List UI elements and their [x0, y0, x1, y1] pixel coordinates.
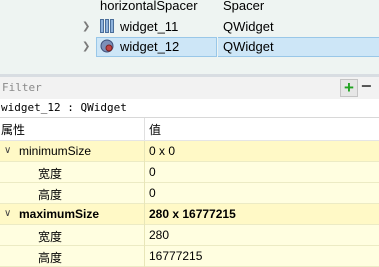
- property-row-height[interactable]: 高度 0: [0, 183, 379, 204]
- tree-item-class: Spacer: [223, 0, 265, 13]
- property-header: 属性 值: [0, 118, 379, 141]
- property-name: maximumSize: [19, 207, 100, 221]
- property-row-minimumsize[interactable]: ∨ minimumSize 0 x 0: [0, 141, 379, 162]
- chevron-right-icon[interactable]: ❯: [82, 21, 92, 33]
- filter-input[interactable]: [0, 78, 338, 97]
- chevron-right-icon[interactable]: ❯: [82, 41, 92, 53]
- property-value[interactable]: 0: [149, 186, 156, 200]
- column-divider: [144, 162, 145, 183]
- property-name: 高度: [38, 188, 63, 202]
- column-divider: [144, 246, 145, 267]
- object-class-label: widget_12 : QWidget: [0, 99, 379, 118]
- tree-item-class: QWidget: [223, 19, 274, 34]
- property-row-maximumsize[interactable]: ∨ maximumSize 280 x 16777215: [0, 204, 379, 225]
- property-row-width[interactable]: 宽度 0: [0, 162, 379, 183]
- property-name: minimumSize: [19, 144, 92, 158]
- property-value[interactable]: 0: [149, 165, 156, 179]
- widget-icon: [100, 39, 114, 53]
- property-value[interactable]: 280 x 16777215: [149, 207, 236, 221]
- tree-item-widget-11[interactable]: ❯ widget_11 QWidget: [0, 17, 379, 37]
- column-divider: [144, 204, 145, 225]
- property-name: 宽度: [38, 167, 63, 181]
- tree-item-name: widget_11: [120, 19, 179, 34]
- tree-item-class: QWidget: [223, 39, 274, 54]
- property-row-width[interactable]: 宽度 280: [0, 225, 379, 246]
- column-divider[interactable]: [144, 118, 145, 140]
- horizontal-layout-icon: [100, 19, 114, 33]
- tree-item-widget-12[interactable]: ❯ widget_12 QWidget: [0, 37, 379, 57]
- chevron-down-icon[interactable]: ∨: [4, 145, 11, 156]
- add-property-button[interactable]: +: [340, 79, 358, 97]
- value-column-header[interactable]: 值: [149, 121, 161, 138]
- property-name: 高度: [38, 251, 63, 265]
- filter-bar: + −: [0, 77, 379, 99]
- tree-item-name: widget_12: [120, 39, 180, 54]
- chevron-down-icon[interactable]: ∨: [4, 208, 11, 219]
- column-divider: [144, 183, 145, 204]
- property-column-header[interactable]: 属性: [1, 121, 25, 138]
- property-row-height[interactable]: 高度 16777215: [0, 246, 379, 267]
- object-inspector: horizontalSpacer Spacer ❯ widget_11 QWid…: [0, 0, 379, 74]
- column-divider: [144, 141, 145, 162]
- column-divider: [144, 225, 145, 246]
- property-value[interactable]: 280: [149, 228, 169, 242]
- property-value[interactable]: 16777215: [149, 249, 202, 263]
- remove-property-button[interactable]: −: [361, 77, 379, 97]
- property-name: 宽度: [38, 230, 63, 244]
- tree-item-name: horizontalSpacer: [100, 0, 198, 13]
- property-value[interactable]: 0 x 0: [149, 144, 175, 158]
